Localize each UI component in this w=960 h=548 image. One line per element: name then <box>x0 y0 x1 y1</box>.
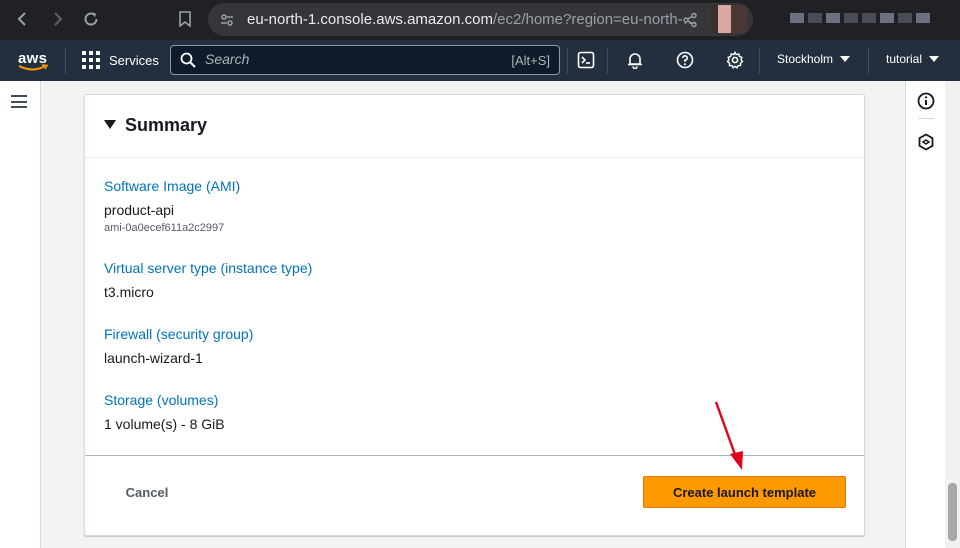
nav-divider <box>65 48 66 74</box>
field-label-ami[interactable]: Software Image (AMI) <box>104 178 240 194</box>
share-icon[interactable] <box>682 12 698 33</box>
scrollbar-thumb[interactable] <box>948 483 957 541</box>
extensions-area[interactable] <box>790 10 950 32</box>
site-info-icon[interactable] <box>219 12 235 33</box>
help-icon[interactable] <box>675 49 695 71</box>
field-sub-ami-id: ami-0a0ecef611a2c2997 <box>104 222 225 234</box>
scrollbar[interactable] <box>945 81 960 548</box>
url-text: eu-north-1.console.aws.amazon.com/ec2/ho… <box>247 11 698 28</box>
field-label-firewall[interactable]: Firewall (security group) <box>104 326 253 342</box>
rail-divider <box>918 118 934 119</box>
url-host: eu-north-1.console.aws.amazon.com <box>247 11 493 28</box>
nav-divider <box>868 48 869 74</box>
cancel-button[interactable]: Cancel <box>112 480 182 504</box>
account-menu[interactable]: tutorial <box>886 52 940 66</box>
nav-divider <box>607 48 608 74</box>
caret-down-icon <box>840 56 851 62</box>
reload-icon[interactable] <box>81 9 101 29</box>
nav-divider <box>567 48 568 74</box>
search-input[interactable] <box>205 51 485 67</box>
summary-header[interactable]: Summary <box>85 95 864 158</box>
settings-gear-icon[interactable] <box>725 49 745 71</box>
collapse-caret-icon[interactable] <box>104 120 116 129</box>
back-icon[interactable] <box>13 9 33 29</box>
hexagon-cube-icon[interactable] <box>917 133 935 156</box>
field-value-instance-type: t3.micro <box>104 284 154 300</box>
region-selector[interactable]: Stockholm <box>777 52 851 66</box>
services-menu-button[interactable]: Services <box>82 49 159 71</box>
field-value-ami: product-api <box>104 202 175 218</box>
summary-title: Summary <box>125 115 208 135</box>
services-label: Services <box>109 52 159 68</box>
cloudshell-icon[interactable] <box>576 49 596 71</box>
bookmark-icon[interactable] <box>175 9 195 29</box>
create-launch-template-button[interactable]: Create launch template <box>643 476 846 508</box>
field-value-storage: 1 volume(s) - 8 GiB <box>104 416 225 432</box>
field-label-storage[interactable]: Storage (volumes) <box>104 392 218 408</box>
notifications-bell-icon[interactable] <box>625 49 645 71</box>
browser-toolbar: eu-north-1.console.aws.amazon.com/ec2/ho… <box>0 0 960 40</box>
search-box[interactable]: [Alt+S] <box>170 45 560 75</box>
caret-down-icon <box>929 56 940 62</box>
forward-icon[interactable] <box>47 9 67 29</box>
hamburger-menu-icon[interactable] <box>11 95 27 108</box>
account-label: tutorial <box>886 52 923 66</box>
field-value-firewall: launch-wizard-1 <box>104 350 203 366</box>
left-navigation-rail <box>0 81 41 548</box>
region-label: Stockholm <box>777 52 834 66</box>
info-icon[interactable] <box>917 92 935 115</box>
aws-smile-icon <box>18 64 48 71</box>
url-path: /ec2/home?region=eu-north-… <box>492 11 698 28</box>
nav-divider <box>759 48 760 74</box>
right-tools-rail <box>905 81 945 548</box>
search-shortcut-hint: [Alt+S] <box>511 53 550 68</box>
profile-avatar[interactable] <box>711 5 747 33</box>
annotation-arrow-icon <box>714 401 743 470</box>
grid-icon <box>82 51 100 69</box>
address-bar[interactable]: eu-north-1.console.aws.amazon.com/ec2/ho… <box>208 3 753 36</box>
field-label-instance-type[interactable]: Virtual server type (instance type) <box>104 260 312 276</box>
search-icon <box>180 52 196 73</box>
